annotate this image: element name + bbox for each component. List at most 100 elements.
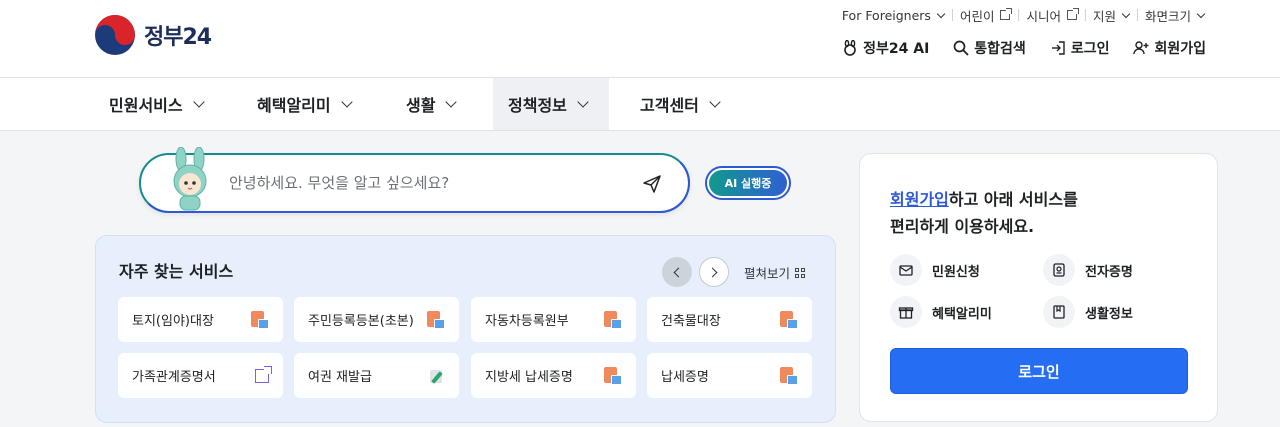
utility-foreigners[interactable]: For Foreigners: [834, 8, 952, 23]
chevron-down-icon: [1121, 9, 1131, 18]
service-label: 여권 재발급: [308, 370, 372, 385]
external-link-icon: [255, 365, 272, 383]
grid-icon: [795, 267, 806, 278]
feature-label: 혜택알리미: [932, 306, 992, 322]
ai-status-label: AI 실행중: [709, 170, 787, 196]
mail-icon: [890, 254, 922, 286]
nav-policy[interactable]: 정책정보: [493, 78, 609, 130]
search-button[interactable]: 통합검색: [953, 38, 1026, 58]
nav-label: 민원서비스: [109, 96, 183, 115]
site-header: 정부24 For Foreigners 어린이 시니어 지원 화면크기 정부24…: [0, 0, 1280, 78]
next-button[interactable]: [699, 257, 729, 287]
service-local-tax-cert[interactable]: 지방세 납세증명: [471, 353, 636, 398]
feature-label: 전자증명: [1085, 264, 1133, 280]
prev-button[interactable]: [662, 257, 692, 287]
login-card: 회원가입하고 아래 서비스를 편리하게 이용하세요. 민원신청 전자증명 혜택알…: [859, 153, 1218, 422]
main-nav: 민원서비스 혜택알리미 생활 정책정보 고객센터: [0, 78, 1280, 131]
login-card-message: 회원가입하고 아래 서비스를 편리하게 이용하세요.: [890, 186, 1078, 240]
utility-senior[interactable]: 시니어: [1018, 6, 1085, 25]
document-icon: [780, 310, 798, 329]
nav-label: 혜택알리미: [257, 96, 331, 115]
utility-kids-label: 어린이: [959, 8, 995, 24]
bunny-mascot-icon: [173, 147, 207, 211]
feature-benefits[interactable]: 혜택알리미: [890, 296, 992, 328]
chevron-left-icon: [673, 267, 684, 277]
certificate-icon: [1043, 254, 1075, 286]
document-icon: [604, 366, 622, 385]
nav-label: 고객센터: [640, 96, 699, 115]
external-link-icon: [1066, 8, 1079, 20]
search-input[interactable]: [229, 169, 629, 197]
feature-civil-apply[interactable]: 민원신청: [890, 254, 980, 286]
chevron-down-icon: [1196, 9, 1206, 18]
service-tax-cert[interactable]: 납세증명: [647, 353, 812, 398]
frequent-services: 자주 찾는 서비스 펼쳐보기 토지(임야)대장 주민등록등본(초본) 자동차등록…: [95, 235, 836, 423]
login-link-label: 로그인: [1070, 41, 1110, 57]
expand-button[interactable]: 펼쳐보기: [744, 263, 806, 282]
chevron-right-icon: [707, 267, 718, 277]
service-building-register[interactable]: 건축물대장: [647, 297, 812, 342]
service-resident-register[interactable]: 주민등록등본(초본): [294, 297, 459, 342]
nav-label: 정책정보: [508, 96, 567, 115]
utility-support-label: 지원: [1092, 8, 1116, 24]
service-label: 자동차등록원부: [485, 314, 569, 329]
utility-senior-label: 시니어: [1026, 8, 1061, 24]
service-passport-reissue[interactable]: 여권 재발급: [294, 353, 459, 398]
service-label: 주민등록등본(초본): [308, 314, 414, 329]
document-icon: [427, 310, 445, 329]
signup-inline-link[interactable]: 회원가입: [890, 190, 949, 209]
service-label: 납세증명: [661, 370, 709, 385]
feature-label: 민원신청: [932, 264, 980, 280]
search-icon: [953, 40, 969, 56]
ai-button[interactable]: 정부24 AI: [842, 38, 929, 58]
external-link-icon: [1000, 8, 1013, 20]
service-land-register[interactable]: 토지(임야)대장: [118, 297, 283, 342]
signup-link[interactable]: 회원가입: [1133, 38, 1206, 58]
utility-support[interactable]: 지원: [1084, 6, 1137, 25]
service-label: 토지(임야)대장: [132, 314, 214, 329]
utility-foreigners-label: For Foreigners: [841, 7, 931, 23]
nav-civil-services[interactable]: 민원서비스: [94, 78, 218, 130]
send-icon[interactable]: [642, 174, 662, 194]
bunny-icon: [844, 40, 856, 56]
service-family-relation[interactable]: 가족관계증명서: [118, 353, 283, 398]
login-link[interactable]: 로그인: [1050, 38, 1110, 58]
nav-benefits[interactable]: 혜택알리미: [242, 78, 366, 130]
ai-search-bar: [139, 147, 690, 213]
login-icon: [1051, 41, 1065, 55]
nav-customer-center[interactable]: 고객센터: [625, 78, 734, 130]
expand-label: 펼쳐보기: [744, 266, 791, 281]
message-text: 하고 아래 서비스를: [948, 190, 1078, 209]
document-icon: [780, 366, 798, 385]
ai-button-label: 정부24 AI: [863, 41, 930, 57]
logo-text: 정부24: [144, 25, 212, 50]
search-button-label: 통합검색: [974, 41, 1026, 57]
chevron-down-icon: [340, 95, 353, 108]
gift-icon: [890, 296, 922, 328]
service-vehicle-register[interactable]: 자동차등록원부: [471, 297, 636, 342]
chevron-down-icon: [445, 95, 458, 108]
frequent-services-title: 자주 찾는 서비스: [119, 262, 234, 281]
utility-screen-size-label: 화면크기: [1144, 8, 1191, 24]
book-icon: [1043, 296, 1075, 328]
feature-e-certificate[interactable]: 전자증명: [1043, 254, 1133, 286]
document-icon: [251, 310, 269, 329]
nav-life[interactable]: 생활: [391, 78, 470, 130]
gov24-logo[interactable]: 정부24: [94, 14, 212, 56]
service-label: 가족관계증명서: [132, 370, 216, 385]
service-label: 지방세 납세증명: [485, 370, 573, 385]
document-icon: [604, 310, 622, 329]
nav-label: 생활: [406, 96, 436, 115]
feature-life-info[interactable]: 생활정보: [1043, 296, 1133, 328]
feature-label: 생활정보: [1085, 306, 1133, 322]
chevron-down-icon: [577, 95, 589, 108]
pen-icon: [429, 368, 445, 384]
chevron-down-icon: [709, 95, 721, 108]
chevron-down-icon: [192, 95, 205, 108]
login-button[interactable]: 로그인: [890, 348, 1188, 394]
utility-screen-size[interactable]: 화면크기: [1136, 6, 1212, 25]
header-actions: 정부24 AI 통합검색 로그인 회원가입: [842, 38, 1206, 58]
utility-kids[interactable]: 어린이: [951, 6, 1019, 25]
service-label: 건축물대장: [661, 314, 721, 329]
ai-status-badge[interactable]: AI 실행중: [705, 166, 791, 200]
